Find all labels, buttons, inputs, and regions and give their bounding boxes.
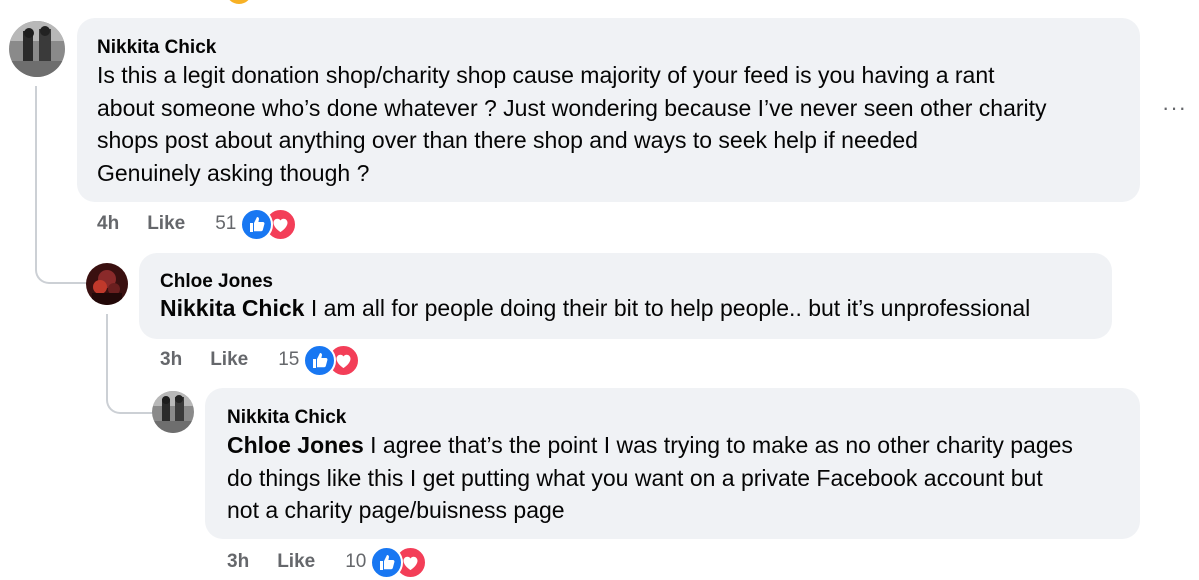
- partial-reaction-icon: [226, 0, 252, 4]
- mention-link[interactable]: Chloe Jones: [227, 432, 364, 458]
- comment-text-line: Is this a legit donation shop/charity sh…: [97, 62, 995, 88]
- like-button[interactable]: Like: [277, 551, 315, 573]
- avatar[interactable]: [152, 391, 194, 433]
- comment-author[interactable]: Nikkita Chick: [97, 36, 216, 60]
- comment-text-line: do things like this I get putting what y…: [227, 464, 1043, 491]
- comment-text-line: Nikkita Chick I am all for people doing …: [160, 292, 1030, 325]
- avatar[interactable]: [86, 263, 128, 305]
- reaction-icons[interactable]: [240, 208, 298, 241]
- comment-timestamp[interactable]: 4h: [97, 213, 119, 235]
- comment-meta: 3h Like 10: [227, 546, 428, 579]
- reaction-count[interactable]: 15: [278, 349, 299, 371]
- comment-body: I agree that’s the point I was trying to…: [363, 432, 1073, 458]
- reaction-count[interactable]: 51: [215, 213, 236, 235]
- reaction-icons[interactable]: [303, 344, 361, 377]
- reaction-count[interactable]: 10: [345, 551, 366, 573]
- avatar[interactable]: [9, 21, 65, 77]
- thumbs-up-icon: [370, 546, 404, 579]
- comment-timestamp[interactable]: 3h: [227, 551, 249, 573]
- thumbs-up-icon: [303, 344, 337, 377]
- like-button[interactable]: Like: [210, 349, 248, 371]
- comment-text: Chloe Jones I agree that’s the point I w…: [227, 429, 1073, 527]
- like-button[interactable]: Like: [147, 213, 185, 235]
- avatar-photo: [9, 21, 65, 77]
- comment-body: I am all for people doing their bit to h…: [304, 295, 1031, 321]
- reaction-icons[interactable]: [370, 546, 428, 579]
- comment-text-line: Genuinely asking though ?: [97, 159, 370, 186]
- comment-text-line: Chloe Jones I agree that’s the point I w…: [227, 429, 1073, 462]
- comment-text-line: not a charity page/buisness page: [227, 497, 565, 523]
- comment-text: Nikkita Chick I am all for people doing …: [160, 292, 1030, 325]
- comment-text-line: about someone who’s done whatever ? Just…: [97, 94, 1047, 121]
- avatar-photo: [152, 391, 194, 433]
- comment-text-line: shops post about anything over than ther…: [97, 127, 918, 153]
- more-options-icon[interactable]: ···: [1162, 97, 1188, 119]
- mention-link[interactable]: Nikkita Chick: [160, 295, 304, 321]
- comment-author[interactable]: Nikkita Chick: [227, 406, 346, 430]
- comment-meta: 3h Like 15: [160, 344, 361, 377]
- thumbs-up-icon: [240, 208, 274, 241]
- comment-author[interactable]: Chloe Jones: [160, 270, 273, 294]
- comment-meta: 4h Like 51: [97, 208, 298, 241]
- avatar-photo: [86, 263, 128, 305]
- comment-text: Is this a legit donation shop/charity sh…: [97, 59, 1047, 189]
- comment-timestamp[interactable]: 3h: [160, 349, 182, 371]
